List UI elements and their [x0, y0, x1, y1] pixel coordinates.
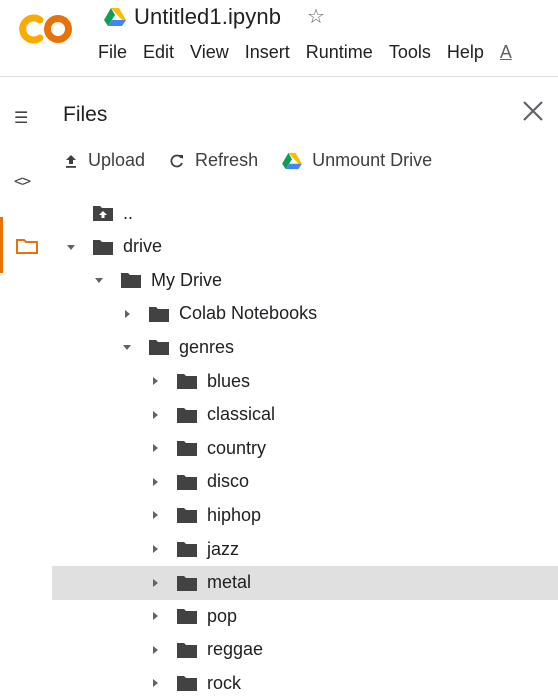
unmount-drive-label: Unmount Drive [312, 150, 433, 170]
files-panel-title: Files [63, 103, 108, 126]
tree-item-label: Colab Notebooks [179, 303, 318, 324]
tree-item[interactable]: blues [52, 364, 558, 398]
folder-icon [177, 407, 197, 423]
tree-item[interactable]: reggae [52, 633, 558, 667]
caret-right-icon[interactable] [148, 676, 162, 690]
folder-icon [177, 374, 197, 389]
caret-right-icon[interactable] [148, 576, 162, 590]
tree-item[interactable]: genres [52, 330, 558, 364]
folder-up-icon [93, 206, 113, 221]
caret-right-icon[interactable] [120, 307, 134, 321]
tree-item-label: disco [207, 471, 250, 492]
caret-right-icon[interactable] [148, 643, 162, 657]
folder-icon [177, 642, 197, 658]
caret-right-icon[interactable] [148, 408, 162, 422]
tree-item-label: pop [207, 605, 238, 626]
caret-right-icon[interactable] [148, 609, 162, 623]
tree-item-label: genres [179, 336, 235, 357]
menu-file[interactable]: File [98, 42, 127, 63]
tree-item-label: jazz [207, 538, 240, 559]
menu-view[interactable]: View [190, 42, 229, 63]
tree-item-label: metal [207, 572, 252, 593]
tree-item-label: classical [207, 404, 276, 425]
refresh-button[interactable]: Refresh [169, 150, 258, 171]
folder-icon [149, 306, 169, 322]
upload-icon [66, 154, 76, 168]
caret-right-icon[interactable] [148, 508, 162, 522]
folder-icon [121, 273, 141, 289]
menu-runtime[interactable]: Runtime [306, 42, 373, 63]
google-drive-icon [104, 8, 126, 26]
tree-item[interactable]: hiphop [52, 498, 558, 532]
tree-item-label: country [207, 437, 267, 458]
menu-overflow-link[interactable]: A [500, 42, 512, 63]
upload-button[interactable]: Upload [64, 150, 145, 171]
caret-right-icon[interactable] [148, 374, 162, 388]
folder-icon [93, 239, 113, 255]
folder-icon [177, 508, 197, 524]
tree-item-label: reggae [207, 639, 264, 660]
google-drive-icon [282, 152, 302, 169]
tree-item[interactable]: classical [52, 398, 558, 432]
folder-icon [177, 441, 197, 457]
tree-item[interactable]: drive [52, 230, 558, 264]
files-actions: Upload Refresh Unmount Drive [64, 150, 456, 171]
caret-right-icon[interactable] [148, 441, 162, 455]
folder-icon [177, 474, 197, 490]
folder-icon [177, 609, 197, 625]
caret-right-icon[interactable] [148, 475, 162, 489]
tree-item[interactable]: pop [52, 599, 558, 633]
star-icon[interactable]: ☆ [307, 7, 325, 27]
caret-right-icon[interactable] [148, 542, 162, 556]
tree-item-label: .. [123, 202, 134, 223]
tree-item-label: blues [207, 370, 251, 391]
menu-bar: File Edit View Insert Runtime Tools Help… [98, 42, 528, 63]
tree-item-label: drive [123, 236, 163, 257]
colab-logo-icon[interactable] [18, 12, 78, 46]
tree-item-label: hiphop [207, 504, 262, 525]
tree-item[interactable]: rock [52, 666, 558, 700]
tree-item[interactable]: Colab Notebooks [52, 297, 558, 331]
header-divider [0, 76, 558, 77]
menu-insert[interactable]: Insert [245, 42, 290, 63]
code-snippets-icon[interactable]: <> [14, 172, 40, 192]
caret-down-icon[interactable] [64, 240, 78, 254]
tree-item-label: My Drive [151, 269, 222, 290]
menu-edit[interactable]: Edit [143, 42, 174, 63]
tree-item[interactable]: metal [52, 565, 558, 600]
notebook-title[interactable]: Untitled1.ipynb [134, 4, 281, 30]
tree-item[interactable]: My Drive [52, 263, 558, 297]
menu-help[interactable]: Help [447, 42, 484, 63]
tree-item[interactable]: disco [52, 465, 558, 499]
caret-down-icon[interactable] [92, 273, 106, 287]
unmount-drive-button[interactable]: Unmount Drive [282, 150, 432, 171]
close-icon[interactable] [518, 96, 548, 126]
refresh-label: Refresh [195, 150, 259, 170]
menu-tools[interactable]: Tools [389, 42, 431, 63]
upload-label: Upload [88, 150, 146, 170]
folder-icon [177, 676, 197, 692]
files-folder-icon[interactable] [14, 236, 40, 256]
tree-item-label: rock [207, 672, 242, 693]
parent-directory-row[interactable]: .. [52, 196, 558, 230]
table-of-contents-icon[interactable]: ☰ [14, 108, 40, 128]
refresh-icon [170, 154, 184, 167]
tree-item[interactable]: country [52, 431, 558, 465]
tree-item[interactable]: jazz [52, 532, 558, 566]
folder-icon [177, 542, 197, 557]
caret-down-icon[interactable] [120, 340, 134, 354]
folder-icon [177, 575, 197, 591]
active-rail-indicator [0, 217, 3, 273]
folder-icon [149, 340, 169, 356]
